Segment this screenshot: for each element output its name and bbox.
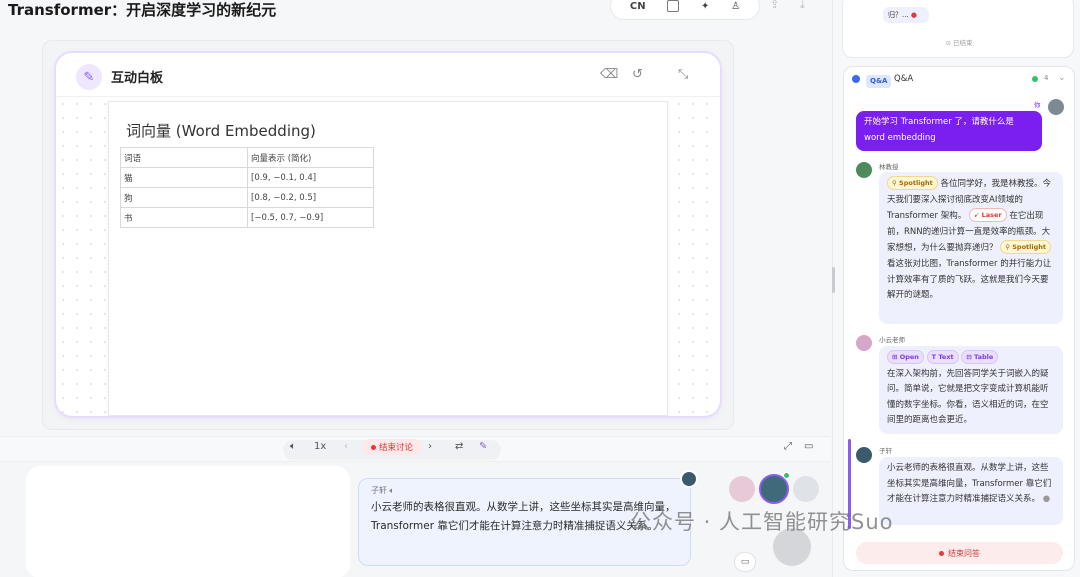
end-discussion-button[interactable]: 结束讨论 (362, 439, 422, 455)
recording-dot-icon (939, 550, 944, 556)
whiteboard-title: 互动白板 (111, 71, 164, 86)
table-row: 书 [−0.5, 0.7, −0.9] (120, 207, 374, 228)
qa-status-dot (852, 75, 860, 83)
avatar-teacher[interactable] (729, 476, 755, 502)
chip-label: Laser (981, 211, 1002, 220)
user-icon[interactable]: ♙ (731, 1, 740, 12)
spotlight-chip[interactable]: ⚲ Spotlight (887, 176, 938, 190)
collapse-icon[interactable]: ⌄ (1058, 73, 1066, 83)
qa-card: Q&A Q&A 4 ⌄ 你 开始学习 Transformer 了，请教什么是 w… (843, 66, 1075, 571)
user-avatar (1048, 99, 1064, 115)
next-icon[interactable]: › (428, 441, 432, 452)
prev-status: ⊙ 已结束 (945, 39, 973, 47)
student-text: 小云老师的表格很直观。从数学上讲，这些坐标其实是高维向量，Transformer… (887, 463, 1052, 505)
chip-label: Table (974, 353, 994, 361)
whiteboard-card: ✎ 互动白板 ⌫ ↺ ⤡ 词向量 (Word Embedding) 词语 向量表… (56, 53, 720, 416)
app-root: Transformer：开启深度学习的新纪元 CN ✦ ♙ ⇪ ⤓ ✎ 互动白板… (0, 0, 1080, 577)
table-chip[interactable]: ⊟ Table (961, 350, 999, 364)
table-cell: 书 (120, 207, 248, 228)
text-chip[interactable]: T Text (926, 350, 959, 364)
recording-dot-icon (370, 444, 376, 450)
professor-message: ⚲ Spotlight 各位同学好，我是林教授。今天我们要深入探讨彻底改变AI领… (879, 172, 1063, 324)
speaker-avatar (680, 470, 698, 488)
previous-session-card: 归？... ● ⊙ 已结束 (842, 0, 1074, 58)
chip-label: Text (938, 353, 954, 361)
pen-icon: ✎ (76, 64, 102, 90)
end-qa-label: 结束问答 (948, 548, 980, 558)
speaker-name: 子轩 🔈︎ (371, 485, 678, 496)
chip-label: Spotlight (899, 179, 933, 187)
student-message: 小云老师的表格很直观。从数学上讲，这些坐标其实是高维向量，Transformer… (879, 457, 1063, 525)
table-cell: [0.9, −0.1, 0.4] (247, 167, 374, 188)
history-icon[interactable]: ↺ (632, 67, 643, 82)
screen-icon[interactable] (667, 0, 680, 12)
chat-icon[interactable]: ▭ (734, 552, 756, 572)
teacher-name: 小云老师 (879, 336, 905, 344)
prev-snippet: 归？... ● (883, 7, 929, 23)
pen-tool-icon[interactable]: ✎ (479, 441, 487, 452)
teacher-message: ⊞ Open T Text ⊟ Table 在深入架构前，先回答同学关于词嵌入的… (879, 346, 1063, 434)
you-label: 你 (1034, 101, 1041, 109)
online-indicator (783, 472, 790, 479)
speaker-label: 子轩 (371, 486, 387, 495)
chip-label: Spotlight (1012, 243, 1047, 252)
table-cell: [0.8, −0.2, 0.5] (247, 187, 374, 208)
table-row: 狗 [0.8, −0.2, 0.5] (120, 187, 374, 208)
table-cell: [−0.5, 0.7, −0.9] (247, 207, 374, 228)
laser-chip[interactable]: ➹ Laser (968, 208, 1007, 223)
typing-dot-icon: ● (1042, 494, 1051, 505)
chip-label: Open (899, 353, 919, 361)
whiteboard-header: ✎ 互动白板 ⌫ ↺ ⤡ (56, 53, 720, 97)
share-icon[interactable]: ⇪ (770, 0, 779, 11)
open-chip[interactable]: ⊞ Open (887, 350, 924, 364)
student-avatar (856, 447, 872, 463)
teacher-text: 在深入架构前，先回答同学关于词嵌入的疑问。简单说，它就是把文字变成计算机能听懂的… (887, 368, 1049, 426)
playback-controls: 🔈︎ 1x ‹ 结束讨论 › ⇄ ✎ ⤢ ▭ (0, 436, 830, 462)
watermark: 公众号 · 人工智能研究Suo (630, 510, 894, 534)
expand-icon[interactable]: ⤢ (784, 441, 792, 452)
qa-badge: Q&A (866, 75, 892, 88)
end-discussion-label: 结束讨论 (378, 443, 413, 453)
avatar-student[interactable] (793, 476, 819, 502)
minimize-icon[interactable]: ⤡ (678, 67, 688, 82)
table-header-row: 词语 向量表示 (简化) (120, 147, 374, 168)
comment-icon[interactable]: ▭ (804, 441, 813, 452)
whiteboard-document: 词向量 (Word Embedding) 词语 向量表示 (简化) 猫 [0.9… (108, 101, 668, 416)
table-header-cell: 向量表示 (简化) (247, 147, 374, 168)
page-title: Transformer：开启深度学习的新纪元 (8, 1, 277, 19)
table-header-cell: 词语 (120, 147, 248, 168)
prev-snippet-text: 归？... (888, 11, 911, 19)
spotlight-chip[interactable]: ⚲ Spotlight (1000, 240, 1052, 255)
professor-text-3: 看这张对比图，Transformer 的并行能力让计算效率有了质的飞跃。这就是我… (887, 258, 1052, 301)
panel-resize-handle[interactable] (832, 267, 835, 293)
professor-avatar (856, 162, 872, 178)
prev-icon[interactable]: ‹ (344, 441, 348, 452)
table-cell: 猫 (120, 167, 248, 188)
audio-icon[interactable]: 🔈︎ (390, 486, 395, 495)
student-name: 子轩 (879, 447, 892, 455)
professor-name: 林教授 (879, 163, 899, 171)
qa-count: 4 (1044, 74, 1049, 82)
volume-icon[interactable]: 🔈︎ (290, 441, 296, 452)
prev-status-text: 已结束 (953, 39, 973, 47)
embedding-table: 词语 向量表示 (简化) 猫 [0.9, −0.1, 0.4] 狗 [0.8, … (120, 147, 374, 228)
download-icon[interactable]: ⤓ (800, 0, 805, 12)
table-cell: 狗 (120, 187, 248, 208)
online-dot (1032, 76, 1038, 82)
discussion-canvas (26, 466, 350, 577)
document-title: 词向量 (Word Embedding) (126, 122, 316, 140)
speed-button[interactable]: 1x (314, 441, 326, 452)
qa-title: Q&A (894, 74, 914, 84)
lamp-icon[interactable]: ✦ (701, 1, 709, 12)
table-row: 猫 [0.9, −0.1, 0.4] (120, 167, 374, 188)
user-question-bubble: 开始学习 Transformer 了，请教什么是 word embedding (856, 111, 1042, 151)
language-button[interactable]: CN (630, 1, 646, 12)
teacher-avatar (856, 335, 872, 351)
eraser-icon[interactable]: ⌫ (600, 67, 618, 82)
top-toolbar: CN ✦ ♙ (610, 0, 760, 20)
end-qa-button[interactable]: 结束问答 (856, 542, 1063, 564)
loop-icon[interactable]: ⇄ (455, 441, 463, 452)
